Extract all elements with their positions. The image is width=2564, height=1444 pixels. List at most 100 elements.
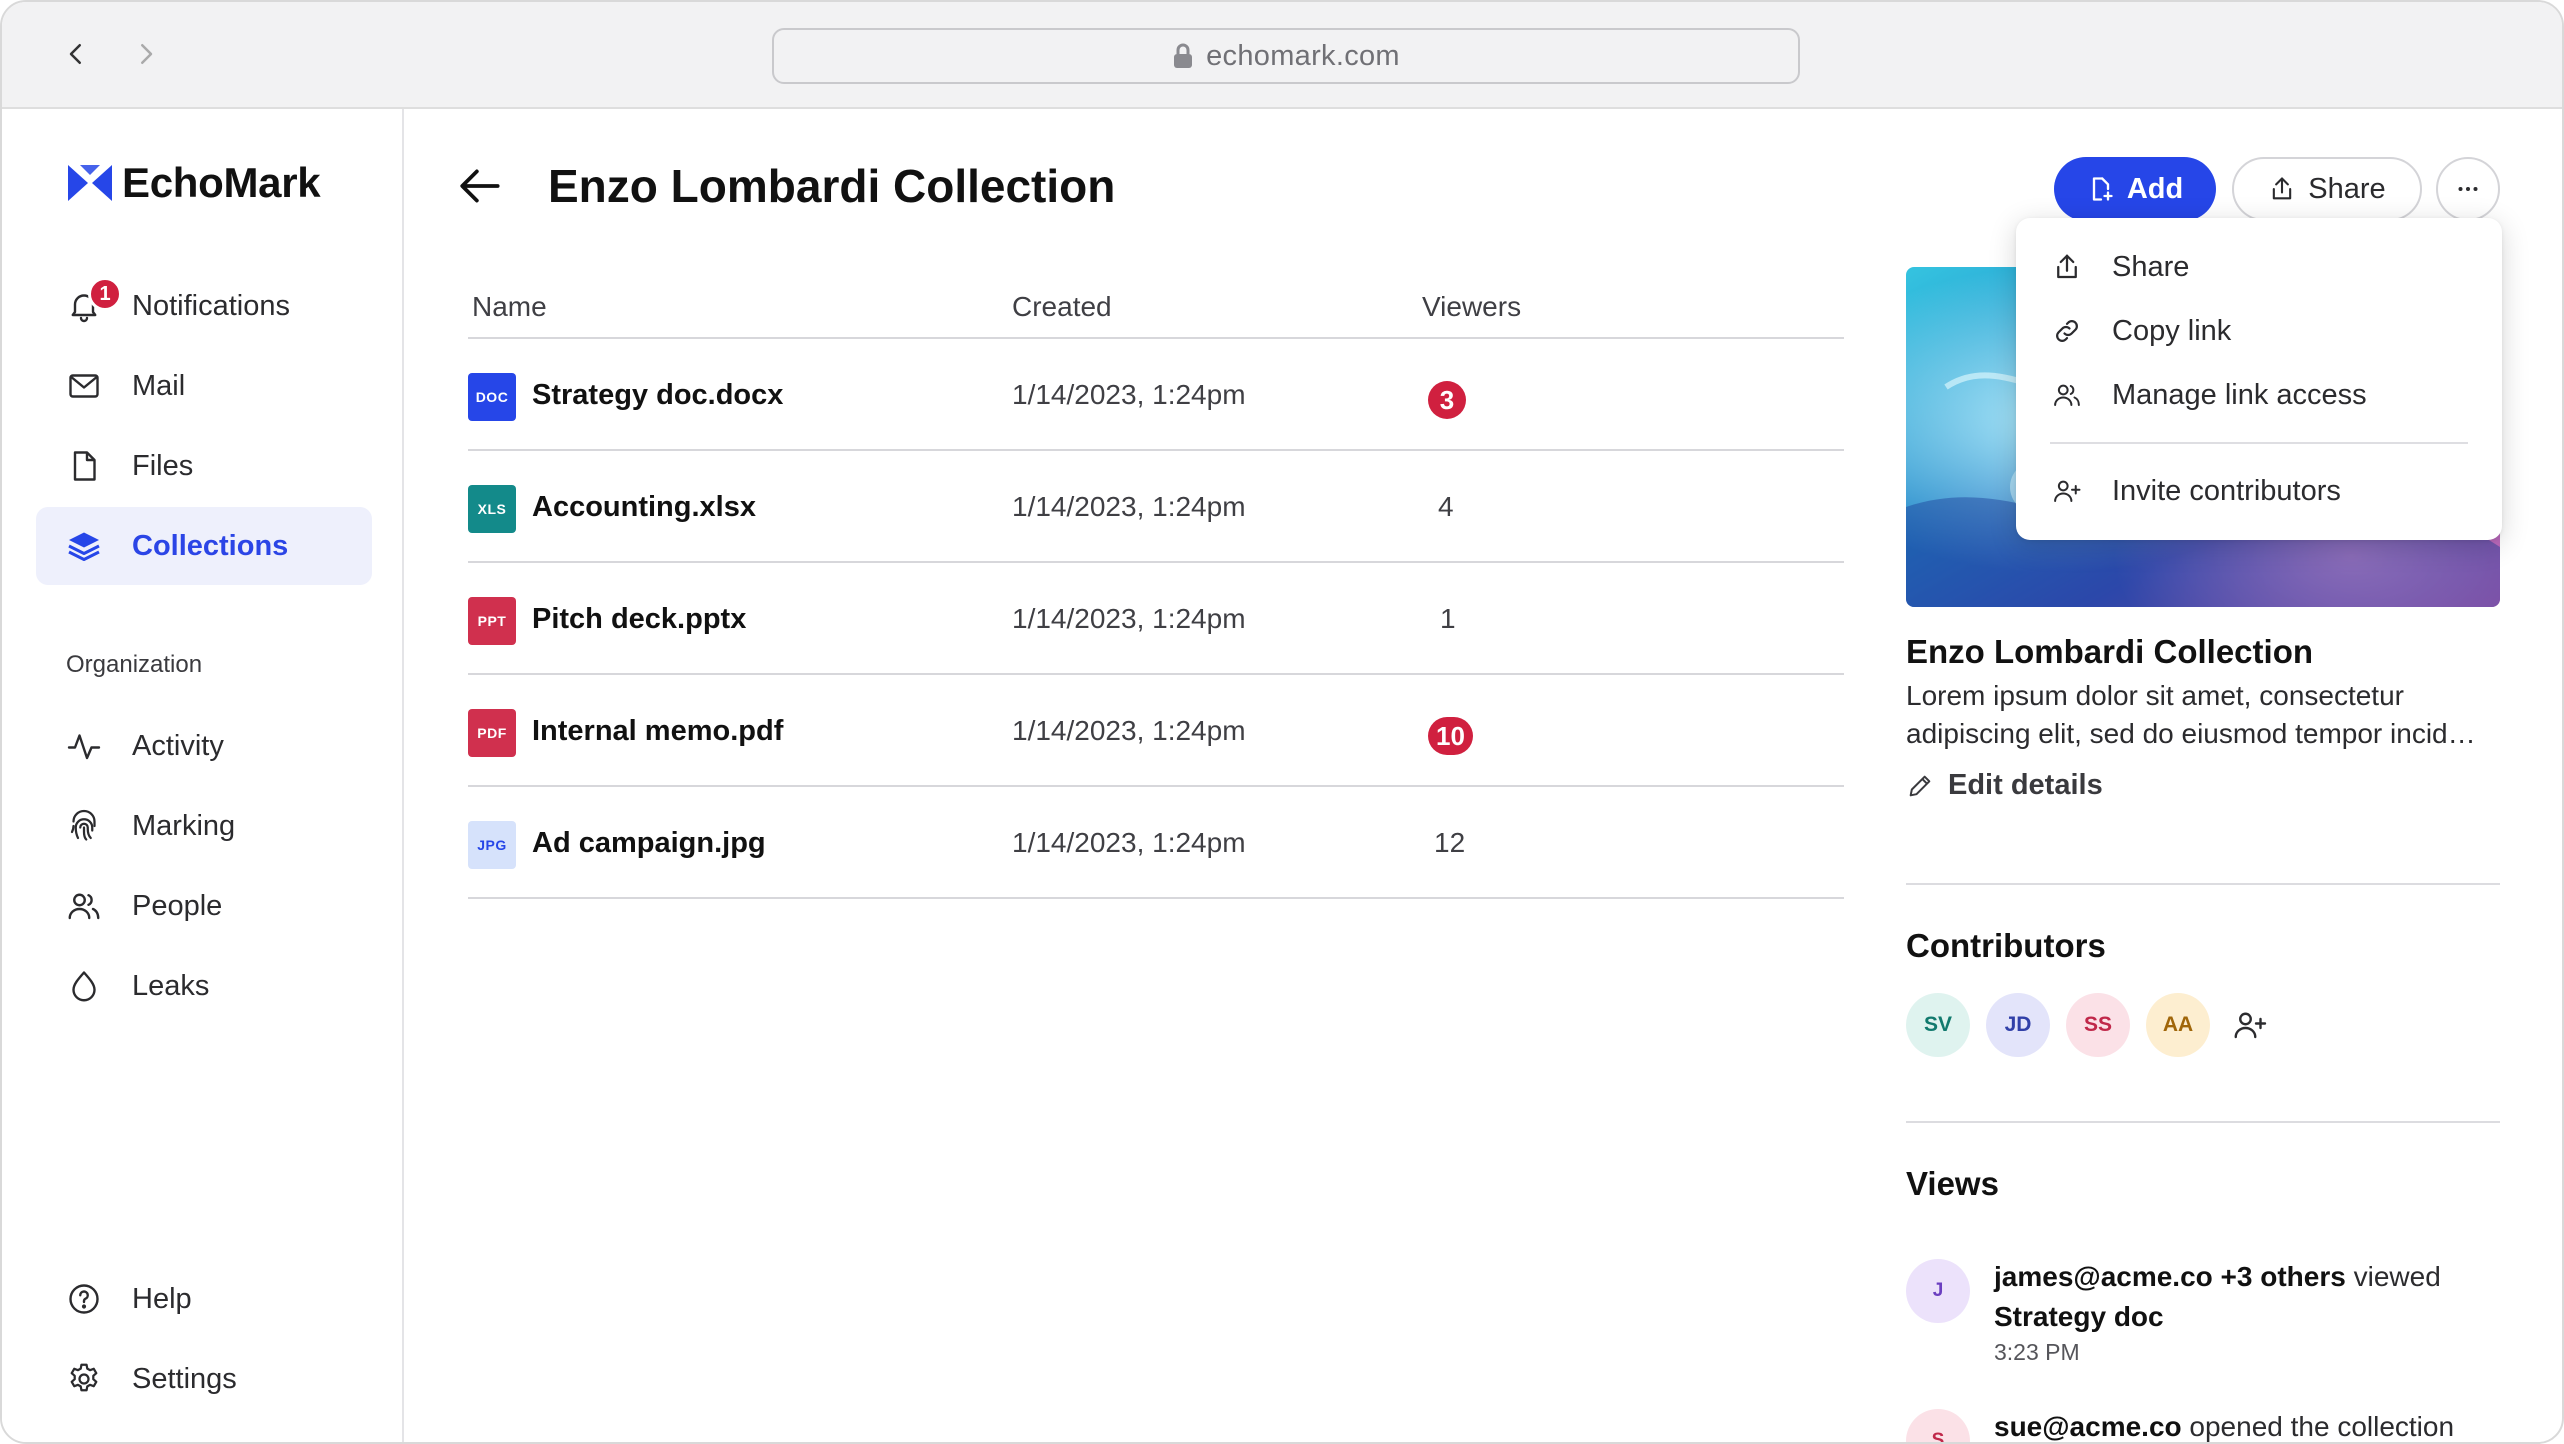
back-button[interactable] <box>456 161 506 211</box>
mail-icon <box>66 368 102 404</box>
file-name[interactable]: Strategy doc.docx <box>532 379 783 412</box>
column-header-created[interactable]: Created <box>1012 291 1112 323</box>
view-actor: sue@acme.co <box>1994 1411 2182 1442</box>
edit-details-button[interactable]: Edit details <box>1906 769 2103 802</box>
people-icon <box>2052 380 2082 410</box>
avatar: S <box>1906 1409 1970 1442</box>
user-plus-icon <box>2052 476 2082 506</box>
sidebar: EchoMark 1 Notifications Mail Files Coll… <box>2 109 404 1442</box>
table-row[interactable]: PPT Pitch deck.pptx 1/14/2023, 1:24pm 1 <box>468 563 1844 675</box>
echomark-logo-icon <box>68 165 112 201</box>
file-name[interactable]: Internal memo.pdf <box>532 715 783 748</box>
add-contributor-button[interactable] <box>2232 1007 2268 1043</box>
file-created: 1/14/2023, 1:24pm <box>1012 827 1246 858</box>
browser-toolbar: echomark.com <box>2 2 2562 109</box>
files-table: Name Created Viewers DOC Strategy doc.do… <box>468 259 1844 899</box>
sidebar-item-notifications[interactable]: 1 Notifications <box>36 267 372 345</box>
table-row[interactable]: XLS Accounting.xlsx 1/14/2023, 1:24pm 4 <box>468 451 1844 563</box>
view-target: Strategy doc <box>1994 1301 2164 1332</box>
file-created: 1/14/2023, 1:24pm <box>1012 379 1246 410</box>
contributor-avatar[interactable]: SV <box>1906 993 1970 1057</box>
browser-back-button[interactable] <box>58 36 94 72</box>
menu-item-label: Share <box>2112 250 2190 283</box>
contributors-title: Contributors <box>1906 927 2106 964</box>
sidebar-item-label: Help <box>132 1282 192 1315</box>
collection-title: Enzo Lombardi Collection <box>1906 633 2314 670</box>
menu-divider <box>2050 442 2468 444</box>
menu-item-label: Copy link <box>2112 314 2232 347</box>
menu-item-label: Manage link access <box>2112 378 2367 411</box>
chevron-right-icon <box>141 44 153 64</box>
help-icon <box>66 1281 102 1317</box>
chevron-left-icon <box>69 44 81 64</box>
file-created: 1/14/2023, 1:24pm <box>1012 491 1246 522</box>
page-title: Enzo Lombardi Collection <box>548 160 1116 212</box>
viewers-count: 12 <box>1434 827 1466 858</box>
sidebar-item-activity[interactable]: Activity <box>36 707 372 785</box>
droplet-icon <box>66 968 102 1004</box>
people-icon <box>66 888 102 924</box>
divider <box>1906 1121 2500 1123</box>
user-plus-icon <box>2234 1012 2267 1039</box>
menu-item-copy-link[interactable]: Copy link <box>2016 300 2502 362</box>
file-name[interactable]: Ad campaign.jpg <box>532 827 766 860</box>
sidebar-item-label: Marking <box>132 809 236 842</box>
xls-file-icon: XLS <box>468 485 516 533</box>
divider <box>1906 883 2500 885</box>
sidebar-item-label: Collections <box>132 529 289 562</box>
sidebar-item-leaks[interactable]: Leaks <box>36 947 372 1025</box>
sidebar-item-label: Notifications <box>132 289 290 322</box>
file-created: 1/14/2023, 1:24pm <box>1012 603 1246 634</box>
sidebar-item-files[interactable]: Files <box>36 427 372 505</box>
viewers-badge: 3 <box>1428 381 1466 419</box>
sidebar-item-label: Mail <box>132 369 186 402</box>
activity-icon <box>66 728 102 764</box>
sidebar-item-label: Settings <box>132 1362 237 1395</box>
column-header-viewers[interactable]: Viewers <box>1422 291 1521 323</box>
sidebar-item-marking[interactable]: Marking <box>36 787 372 865</box>
file-name[interactable]: Pitch deck.pptx <box>532 603 746 636</box>
view-actor: james@acme.co +3 others <box>1994 1261 2346 1292</box>
sidebar-item-label: People <box>132 889 223 922</box>
address-bar[interactable]: echomark.com <box>772 28 1800 84</box>
logo[interactable]: EchoMark <box>66 159 321 207</box>
table-row[interactable]: PDF Internal memo.pdf 1/14/2023, 1:24pm … <box>468 675 1844 787</box>
sidebar-item-label: Files <box>132 449 194 482</box>
notification-count-badge: 1 <box>88 277 122 311</box>
menu-item-manage-link-access[interactable]: Manage link access <box>2016 364 2502 426</box>
view-activity-text: james@acme.co +3 others viewed Strategy d… <box>1994 1257 2514 1337</box>
link-icon <box>2052 316 2082 346</box>
sidebar-item-label: Leaks <box>132 969 210 1002</box>
table-row[interactable]: JPG Ad campaign.jpg 1/14/2023, 1:24pm 12 <box>468 787 1844 899</box>
sidebar-item-help[interactable]: Help <box>36 1260 372 1338</box>
organization-section-label: Organization <box>66 651 203 678</box>
menu-item-label: Invite contributors <box>2112 474 2341 507</box>
browser-forward-button[interactable] <box>128 36 164 72</box>
view-action: opened the collection <box>2181 1411 2455 1442</box>
menu-item-invite-contributors[interactable]: Invite contributors <box>2016 460 2502 522</box>
menu-item-share[interactable]: Share <box>2016 236 2502 298</box>
sidebar-item-people[interactable]: People <box>36 867 372 945</box>
views-title: Views <box>1906 1165 1999 1202</box>
file-created: 1/14/2023, 1:24pm <box>1012 715 1246 746</box>
sidebar-item-mail[interactable]: Mail <box>36 347 372 425</box>
brand-name: EchoMark <box>122 159 321 206</box>
url-text: echomark.com <box>1206 39 1400 72</box>
table-row[interactable]: DOC Strategy doc.docx 1/14/2023, 1:24pm … <box>468 339 1844 451</box>
contributor-avatar[interactable]: AA <box>2146 993 2210 1057</box>
viewers-badge: 10 <box>1428 717 1473 755</box>
sidebar-item-settings[interactable]: Settings <box>36 1340 372 1418</box>
view-action: viewed <box>2345 1261 2441 1292</box>
contributor-avatar[interactable]: JD <box>1986 993 2050 1057</box>
sidebar-item-collections[interactable]: Collections <box>36 507 372 585</box>
column-header-name[interactable]: Name <box>472 291 547 323</box>
viewers-count: 4 <box>1438 491 1454 522</box>
browser-window: echomark.com EchoMark 1 Notifications Ma… <box>0 0 2564 1444</box>
fingerprint-icon <box>66 808 102 844</box>
view-activity-text: sue@acme.co opened the collection <box>1994 1407 2514 1442</box>
collection-description: Lorem ipsum dolor sit amet, consectetur … <box>1906 680 2476 749</box>
file-icon <box>66 448 102 484</box>
gear-icon <box>66 1361 102 1397</box>
contributor-avatar[interactable]: SS <box>2066 993 2130 1057</box>
file-name[interactable]: Accounting.xlsx <box>532 491 756 524</box>
